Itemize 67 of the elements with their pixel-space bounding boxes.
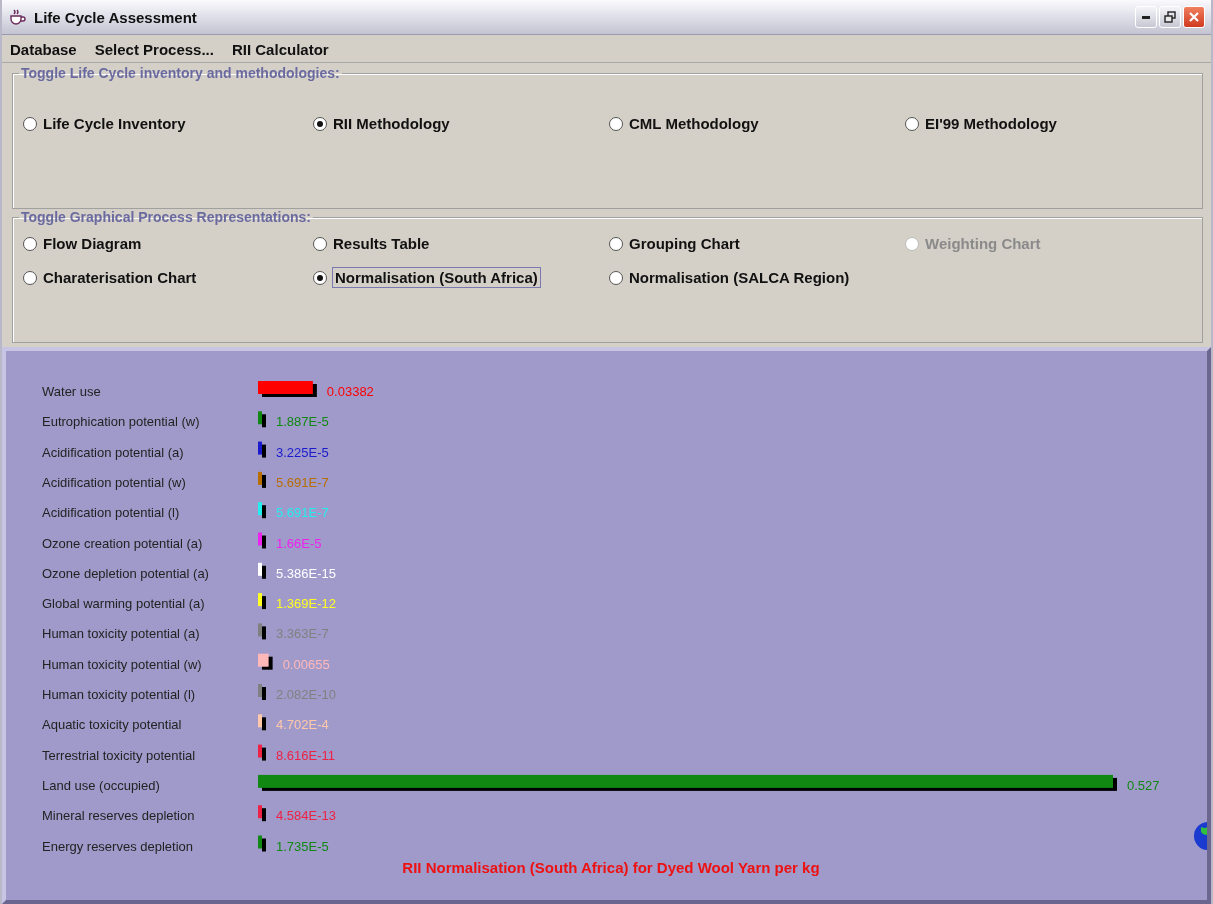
category-label: Eutrophication potential (w) — [42, 414, 200, 430]
category-label: Aquatic toxicity potential — [42, 717, 182, 733]
category-label: Land use (occupied) — [42, 777, 160, 793]
close-icon — [1188, 11, 1200, 23]
radio-label[interactable]: Life Cycle Inventory — [43, 115, 186, 132]
category-label: Water use — [42, 384, 101, 399]
radio-label[interactable]: Flow Diagram — [43, 235, 142, 252]
radio-button[interactable] — [23, 270, 37, 285]
minimize-button[interactable] — [1135, 6, 1157, 28]
restore-button[interactable] — [1159, 6, 1181, 28]
value-label: 4.702E-4 — [276, 717, 329, 733]
radio-label[interactable]: Normalisation (South Africa) — [333, 268, 540, 287]
category-label: Human toxicity potential (a) — [42, 626, 200, 642]
value-label: 5.691E-7 — [276, 505, 329, 521]
value-label: 4.584E-13 — [276, 808, 336, 824]
category-label: Global warming potential (a) — [42, 596, 205, 612]
menu-item[interactable]: RII Calculator — [231, 41, 329, 58]
radio-button[interactable] — [313, 270, 327, 285]
radio-button[interactable] — [609, 116, 623, 131]
radio-label[interactable]: CML Methodology — [629, 115, 759, 132]
category-label: Acidification potential (l) — [42, 505, 180, 521]
category-label: Human toxicity potential (w) — [42, 656, 202, 672]
group-title: Toggle Graphical Process Representations: — [20, 209, 312, 225]
close-button[interactable] — [1183, 6, 1205, 28]
category-label: Terrestrial toxicity potential — [42, 747, 196, 763]
chart-title: RII Normalisation (South Africa) for Dyed Wool Yarn per kg — [402, 859, 820, 876]
minimize-icon — [1142, 15, 1150, 19]
category-label: Ozone depletion potential (a) — [42, 565, 209, 581]
radio-label[interactable]: RII Methodology — [333, 115, 450, 132]
group-title: Toggle Life Cycle inventory and methodologies: — [20, 65, 341, 81]
category-label: Ozone creation potential (a) — [42, 535, 203, 551]
value-label: 1.887E-5 — [276, 414, 329, 430]
category-label: Human toxicity potential (l) — [42, 687, 196, 702]
category-label: Acidification potential (w) — [42, 474, 186, 490]
value-label: 1.66E-5 — [276, 535, 322, 551]
globe-icon — [1193, 821, 1207, 851]
value-label: 5.691E-7 — [276, 474, 329, 490]
value-label: 0.527 — [1127, 777, 1160, 793]
menu-item[interactable]: Database — [10, 41, 77, 58]
radio-button[interactable] — [609, 236, 623, 251]
value-label: 8.616E-11 — [276, 747, 336, 763]
category-label: Energy reserves depletion — [42, 838, 194, 854]
menu-item[interactable]: Select Process... — [94, 41, 214, 58]
radio-label[interactable]: EI'99 Methodology — [925, 115, 1057, 132]
value-label: 1.735E-5 — [276, 838, 329, 854]
radio-button[interactable] — [23, 116, 37, 131]
radio-label[interactable]: Grouping Chart — [629, 235, 740, 252]
cup-icon — [8, 8, 26, 26]
value-label: 1.369E-12 — [276, 596, 336, 612]
value-label: 2.082E-10 — [276, 687, 336, 702]
category-label: Mineral reserves depletion — [42, 808, 195, 824]
category-label: Acidification potential (a) — [42, 444, 184, 460]
radio-label[interactable]: Results Table — [333, 235, 430, 252]
radio-button[interactable] — [23, 236, 37, 251]
radio-button[interactable] — [313, 116, 327, 131]
window-title: Life Cycle Assessment — [34, 8, 198, 26]
radio-button[interactable] — [905, 116, 919, 131]
radio-label[interactable]: Normalisation (SALCA Region) — [629, 269, 850, 286]
radio-button[interactable] — [313, 236, 327, 251]
radio-button[interactable] — [609, 270, 623, 285]
value-label: 0.03382 — [326, 384, 374, 399]
value-label: 5.386E-15 — [276, 565, 336, 581]
radio-label[interactable]: Charaterisation Chart — [43, 269, 197, 286]
value-label: 0.00655 — [282, 656, 330, 672]
value-label: 3.363E-7 — [276, 626, 329, 642]
restore-icon — [1164, 11, 1176, 23]
value-label: 3.225E-5 — [276, 444, 329, 460]
